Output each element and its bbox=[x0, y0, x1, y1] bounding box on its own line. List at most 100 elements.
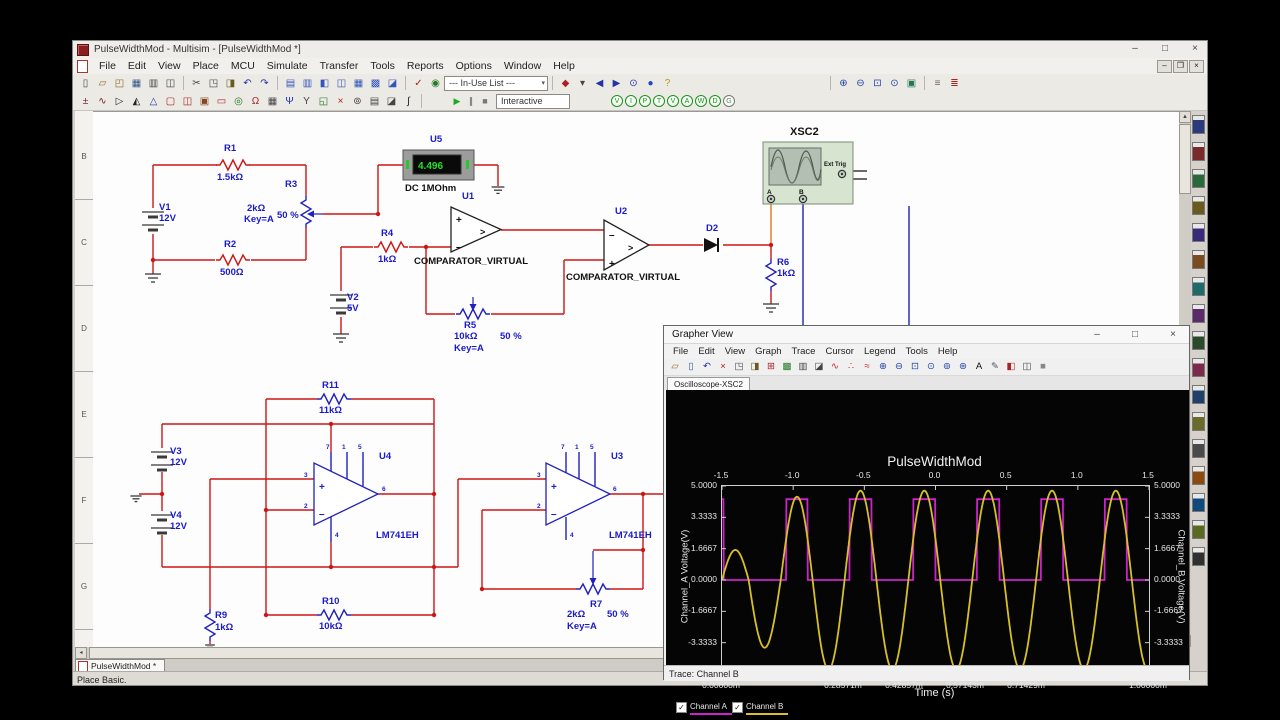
place-electromech-button[interactable]: ◱ bbox=[316, 94, 331, 109]
undo-button[interactable]: ↶ bbox=[240, 76, 255, 91]
menu-simulate[interactable]: Simulate bbox=[261, 59, 314, 73]
scroll-left-icon[interactable]: ◂ bbox=[75, 647, 87, 659]
place-power-button[interactable]: Ω bbox=[248, 94, 263, 109]
zoom-area-button[interactable]: ⊡ bbox=[908, 360, 922, 374]
voltage-probe-2[interactable]: V bbox=[667, 95, 679, 107]
digital-probe[interactable]: D bbox=[709, 95, 721, 107]
text-button[interactable]: A bbox=[972, 360, 986, 374]
place-bus-button[interactable]: ∫ bbox=[401, 94, 416, 109]
trace-dots-button[interactable]: ∴ bbox=[844, 360, 858, 374]
place-digital-button[interactable]: ▣ bbox=[197, 94, 212, 109]
grapher-menu-tools[interactable]: Tools bbox=[901, 346, 933, 357]
menu-edit[interactable]: Edit bbox=[122, 59, 152, 73]
restore-button[interactable]: □ bbox=[1157, 42, 1173, 56]
export-button[interactable]: ■ bbox=[1036, 360, 1050, 374]
menu-mcu[interactable]: MCU bbox=[225, 59, 261, 73]
spreadsheet-view-toggle[interactable]: ▥ bbox=[300, 76, 315, 91]
grapher-maximize-button[interactable]: □ bbox=[1127, 328, 1143, 342]
place-hierarchical-button[interactable]: ◪ bbox=[384, 94, 399, 109]
instrument-icon[interactable] bbox=[1192, 169, 1205, 188]
postprocessor-toggle[interactable]: ▩ bbox=[368, 76, 383, 91]
voltage-probe[interactable]: V bbox=[611, 95, 623, 107]
list-gray-button[interactable]: ≡ bbox=[930, 76, 945, 91]
instrument-icon[interactable] bbox=[1192, 385, 1205, 404]
instrument-icon[interactable] bbox=[1192, 493, 1205, 512]
plot-area[interactable] bbox=[721, 485, 1150, 675]
place-basic-button[interactable]: ∿ bbox=[95, 94, 110, 109]
menu-tools[interactable]: Tools bbox=[364, 59, 401, 73]
instrument-icon[interactable] bbox=[1192, 142, 1205, 161]
ball-button[interactable]: ● bbox=[643, 76, 658, 91]
instrument-icon[interactable] bbox=[1192, 412, 1205, 431]
title-bar[interactable]: PulseWidthMod - Multisim - [PulseWidthMo… bbox=[73, 41, 1207, 58]
wattmeter-probe[interactable]: W bbox=[695, 95, 707, 107]
menu-file[interactable]: File bbox=[93, 59, 122, 73]
list-red-button[interactable]: ≣ bbox=[947, 76, 962, 91]
place-misc-button[interactable]: ▦ bbox=[265, 94, 280, 109]
instrument-icon[interactable] bbox=[1192, 358, 1205, 377]
grapher-minimize-button[interactable]: – bbox=[1089, 328, 1105, 342]
scroll-up-icon[interactable]: ▲ bbox=[1179, 111, 1191, 123]
power-probe[interactable]: P bbox=[639, 95, 651, 107]
place-analog-button[interactable]: △ bbox=[146, 94, 161, 109]
place-advanced-peripherals-button[interactable]: Ψ bbox=[282, 94, 297, 109]
grapher-menu-trace[interactable]: Trace bbox=[787, 346, 821, 357]
grapher-menu-legend[interactable]: Legend bbox=[859, 346, 901, 357]
in-use-list-dropdown[interactable]: --- In-Use List ---▾ bbox=[444, 76, 548, 91]
grapher-menu-cursor[interactable]: Cursor bbox=[820, 346, 859, 357]
save-button[interactable]: ▦ bbox=[129, 76, 144, 91]
legend-button[interactable]: ▥ bbox=[796, 360, 810, 374]
zoom-out-button[interactable]: ⊖ bbox=[853, 76, 868, 91]
legend-channel-a[interactable]: ✓ Channel A bbox=[676, 702, 732, 715]
instrument-icon[interactable] bbox=[1192, 115, 1205, 134]
channel-a-checkbox[interactable]: ✓ bbox=[676, 702, 687, 713]
design-toolbox-toggle[interactable]: ▤ bbox=[283, 76, 298, 91]
instrument-icon[interactable] bbox=[1192, 223, 1205, 242]
variant-button[interactable]: ▾ bbox=[575, 76, 590, 91]
adc-probe[interactable]: A bbox=[681, 95, 693, 107]
place-diode-button[interactable]: ▷ bbox=[112, 94, 127, 109]
trace-line-button[interactable]: ∿ bbox=[828, 360, 842, 374]
grapher-title-bar[interactable]: Grapher View – □ × bbox=[664, 326, 1189, 344]
zoom-in-button[interactable]: ⊕ bbox=[836, 76, 851, 91]
save-button[interactable]: ▯ bbox=[684, 360, 698, 374]
new-button[interactable]: ▯ bbox=[78, 76, 93, 91]
instrument-icon[interactable] bbox=[1192, 466, 1205, 485]
help-button[interactable]: ? bbox=[660, 76, 675, 91]
vertical-scroll-thumb[interactable] bbox=[1179, 124, 1191, 194]
place-transistor-button[interactable]: ◭ bbox=[129, 94, 144, 109]
menu-place[interactable]: Place bbox=[187, 59, 225, 73]
grapher-toggle[interactable]: ◫ bbox=[334, 76, 349, 91]
place-mixed-misc-button[interactable]: ▭ bbox=[214, 94, 229, 109]
instrument-icon[interactable] bbox=[1192, 331, 1205, 350]
copy-button[interactable]: ◳ bbox=[206, 76, 221, 91]
zoom-fit-button[interactable]: ⊛ bbox=[956, 360, 970, 374]
analysis-toggle[interactable]: ▦ bbox=[351, 76, 366, 91]
tab-oscilloscope-xsc2[interactable]: Oscilloscope-XSC2 bbox=[667, 377, 750, 391]
trace-both-button[interactable]: ≈ bbox=[860, 360, 874, 374]
probe-settings[interactable]: G bbox=[723, 95, 735, 107]
menu-help[interactable]: Help bbox=[547, 59, 581, 73]
erc-button[interactable]: ✓ bbox=[411, 76, 426, 91]
channel-b-checkbox[interactable]: ✓ bbox=[732, 702, 743, 713]
paste-button[interactable]: ◨ bbox=[223, 76, 238, 91]
instrument-icon[interactable] bbox=[1192, 196, 1205, 215]
copy-graph-button[interactable]: ◫ bbox=[1020, 360, 1034, 374]
print-button[interactable]: ▥ bbox=[146, 76, 161, 91]
interactive-dropdown[interactable]: Interactive bbox=[496, 94, 570, 109]
undo-button[interactable]: ↶ bbox=[700, 360, 714, 374]
grapher-menu-edit[interactable]: Edit bbox=[693, 346, 719, 357]
open-sample-button[interactable]: ◰ bbox=[112, 76, 127, 91]
grapher-menu-file[interactable]: File bbox=[668, 346, 693, 357]
copy-button[interactable]: ◳ bbox=[732, 360, 746, 374]
zoom-area-button[interactable]: ⊡ bbox=[870, 76, 885, 91]
mdi-minimize-button[interactable]: – bbox=[1157, 60, 1172, 73]
zoom-in-button[interactable]: ⊕ bbox=[876, 360, 890, 374]
component-wizard-button[interactable]: ◉ bbox=[428, 76, 443, 91]
grapher-close-button[interactable]: × bbox=[1165, 328, 1181, 342]
place-ni-button[interactable]: × bbox=[333, 94, 348, 109]
place-cmos-button[interactable]: ◫ bbox=[180, 94, 195, 109]
menu-window[interactable]: Window bbox=[498, 59, 547, 73]
place-mcu-button[interactable]: ▤ bbox=[367, 94, 382, 109]
place-indicator-button[interactable]: ◎ bbox=[231, 94, 246, 109]
